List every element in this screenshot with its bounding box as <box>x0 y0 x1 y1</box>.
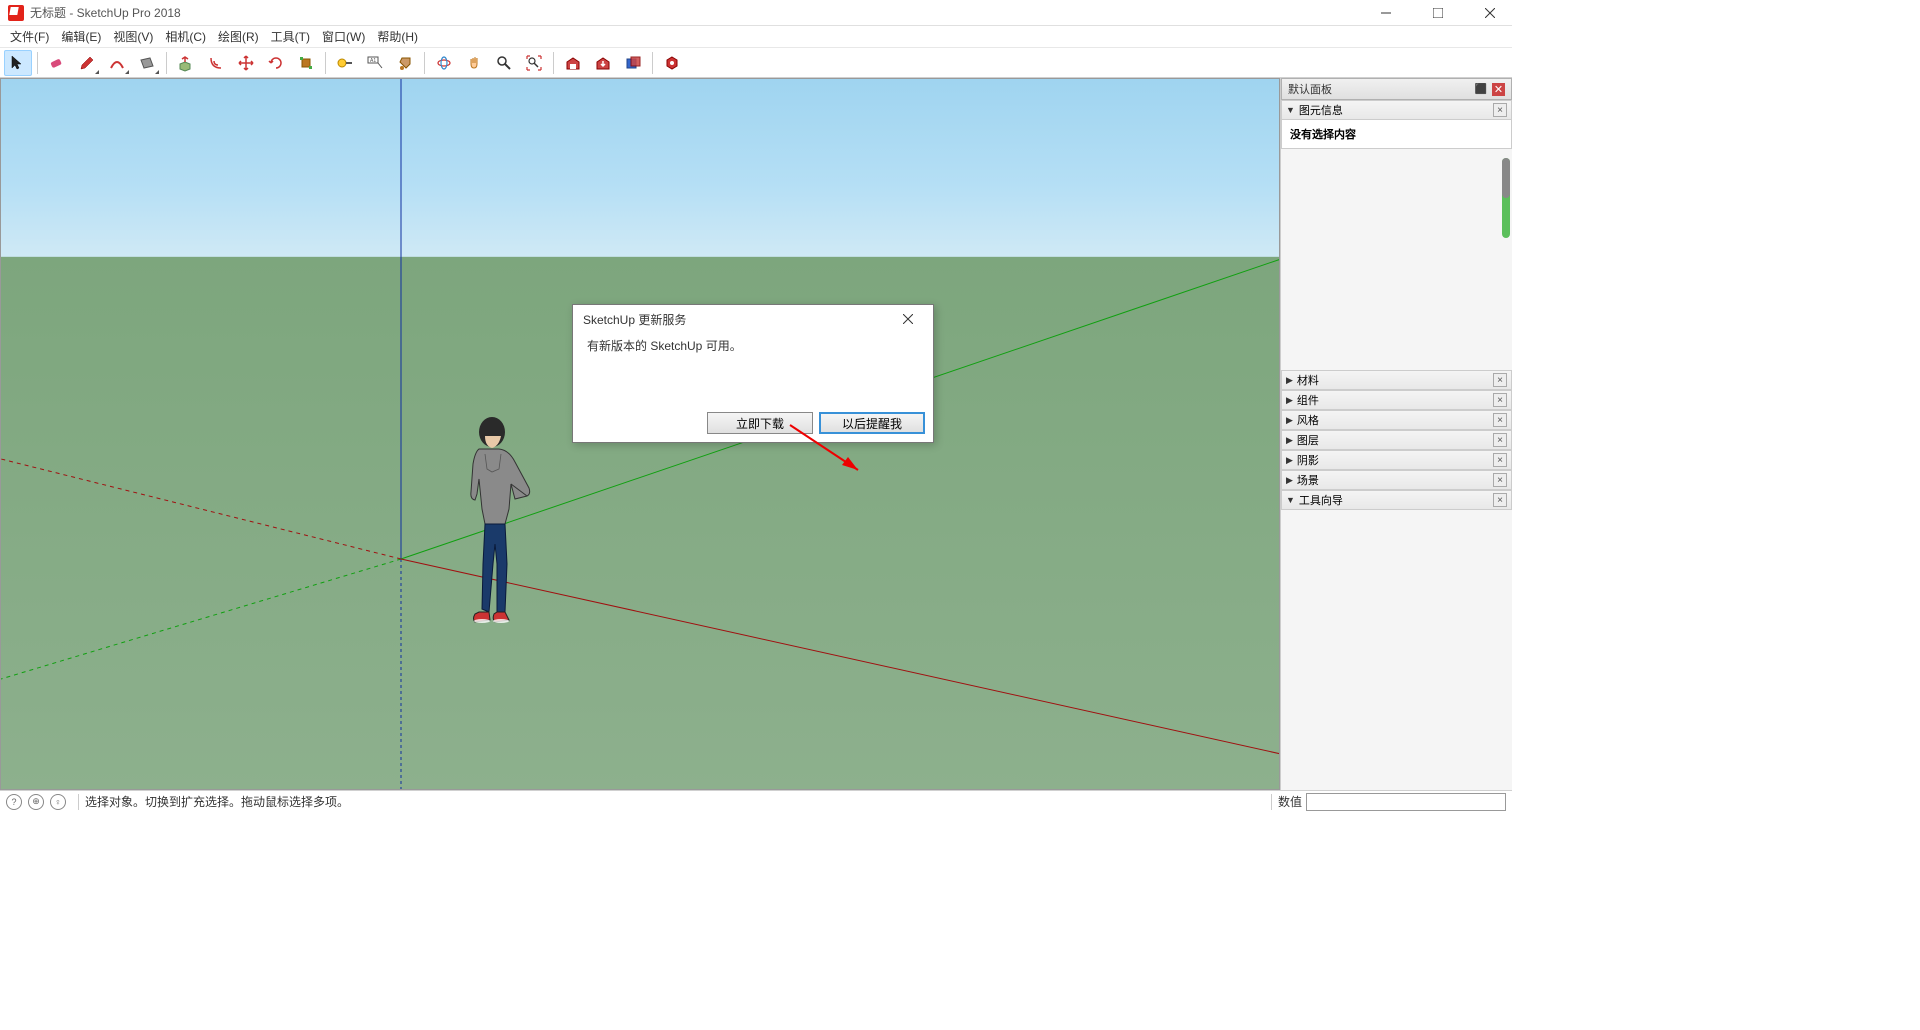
move-tool-icon[interactable] <box>232 50 260 76</box>
geolocation-icon[interactable]: ⊕ <box>28 794 44 810</box>
pin-icon[interactable]: ⬛ <box>1472 84 1490 95</box>
section-materials[interactable]: ▶材料× <box>1281 370 1512 390</box>
getmodels-tool-icon[interactable] <box>589 50 617 76</box>
panel-header[interactable]: 默认面板 ⬛ ✕ <box>1281 78 1512 100</box>
text-tool-icon[interactable]: A1 <box>361 50 389 76</box>
zoom-tool-icon[interactable] <box>490 50 518 76</box>
offset-tool-icon[interactable] <box>202 50 230 76</box>
dialog-body: 有新版本的 SketchUp 可用。 <box>573 333 933 404</box>
remind-later-button[interactable]: 以后提醒我 <box>819 412 925 434</box>
dialog-close-button[interactable] <box>893 307 923 331</box>
update-dialog: SketchUp 更新服务 有新版本的 SketchUp 可用。 立即下载 以后… <box>572 304 934 443</box>
toolbar: A1 <box>0 48 1512 78</box>
credits-icon[interactable]: ♀ <box>50 794 66 810</box>
panel-close-icon[interactable]: ✕ <box>1492 83 1505 96</box>
tape-tool-icon[interactable] <box>331 50 359 76</box>
panel-spacer <box>1281 149 1512 370</box>
toolbar-separator <box>553 52 554 74</box>
entity-info-title: 图元信息 <box>1299 102 1343 118</box>
measurement-input[interactable] <box>1306 793 1506 811</box>
share-tool-icon[interactable] <box>619 50 647 76</box>
section-layers[interactable]: ▶图层× <box>1281 430 1512 450</box>
subpanel-close-icon[interactable]: × <box>1493 413 1507 427</box>
download-button[interactable]: 立即下载 <box>707 412 813 434</box>
entity-info-body: 没有选择内容 <box>1281 120 1512 149</box>
pushpull-tool-icon[interactable] <box>172 50 200 76</box>
dialog-buttons: 立即下载 以后提醒我 <box>573 404 933 442</box>
section-scenes[interactable]: ▶场景× <box>1281 470 1512 490</box>
subpanel-close-icon[interactable]: × <box>1493 373 1507 387</box>
entity-info-header[interactable]: ▼ 图元信息 × <box>1281 100 1512 120</box>
select-tool-icon[interactable] <box>4 50 32 76</box>
menu-view[interactable]: 视图(V) <box>107 26 159 47</box>
rotate-tool-icon[interactable] <box>262 50 290 76</box>
window-title: 无标题 - SketchUp Pro 2018 <box>30 4 1372 21</box>
dialog-message: 有新版本的 SketchUp 可用。 <box>587 339 742 353</box>
scale-tool-icon[interactable] <box>292 50 320 76</box>
dialog-titlebar[interactable]: SketchUp 更新服务 <box>573 305 933 333</box>
section-instructor[interactable]: ▼工具向导× <box>1281 490 1512 510</box>
subpanel-close-icon[interactable]: × <box>1493 493 1507 507</box>
zoom-extents-tool-icon[interactable] <box>520 50 548 76</box>
status-separator <box>78 794 79 810</box>
subpanel-close-icon[interactable]: × <box>1493 433 1507 447</box>
paint-tool-icon[interactable] <box>391 50 419 76</box>
person-figure[interactable] <box>457 414 547 639</box>
pan-tool-icon[interactable] <box>460 50 488 76</box>
svg-text:A1: A1 <box>370 58 376 64</box>
menu-file[interactable]: 文件(F) <box>4 26 55 47</box>
app-icon <box>8 5 24 21</box>
toolbar-separator <box>424 52 425 74</box>
eraser-tool-icon[interactable] <box>43 50 71 76</box>
section-components[interactable]: ▶组件× <box>1281 390 1512 410</box>
menu-window[interactable]: 窗口(W) <box>316 26 371 47</box>
side-panel: 默认面板 ⬛ ✕ ▼ 图元信息 × 没有选择内容 ▶材料× ▶组件× ▶风格× … <box>1280 78 1512 790</box>
toolbar-separator <box>325 52 326 74</box>
status-separator <box>1271 794 1272 810</box>
close-button[interactable] <box>1476 3 1504 23</box>
menu-camera[interactable]: 相机(C) <box>159 26 212 47</box>
section-shadows[interactable]: ▶阴影× <box>1281 450 1512 470</box>
panel-title: 默认面板 <box>1288 81 1332 97</box>
rectangle-tool-icon[interactable] <box>133 50 161 76</box>
maximize-button[interactable] <box>1424 3 1452 23</box>
scroll-indicator[interactable] <box>1502 158 1510 198</box>
dialog-title: SketchUp 更新服务 <box>583 311 686 328</box>
toolbar-separator <box>652 52 653 74</box>
subpanel-close-icon[interactable]: × <box>1493 453 1507 467</box>
entity-info-content: 没有选择内容 <box>1290 129 1356 141</box>
warehouse-tool-icon[interactable] <box>559 50 587 76</box>
section-styles[interactable]: ▶风格× <box>1281 410 1512 430</box>
collapse-triangle-icon: ▼ <box>1286 105 1295 115</box>
status-hint: 选择对象。切换到扩充选择。拖动鼠标选择多项。 <box>85 793 349 810</box>
toolbar-separator <box>166 52 167 74</box>
arc-tool-icon[interactable] <box>103 50 131 76</box>
menubar: 文件(F) 编辑(E) 视图(V) 相机(C) 绘图(R) 工具(T) 窗口(W… <box>0 26 1512 48</box>
titlebar: 无标题 - SketchUp Pro 2018 <box>0 0 1512 26</box>
menu-edit[interactable]: 编辑(E) <box>55 26 107 47</box>
menu-help[interactable]: 帮助(H) <box>371 26 424 47</box>
minimize-button[interactable] <box>1372 3 1400 23</box>
status-right: 数值 <box>1265 793 1506 811</box>
menu-tools[interactable]: 工具(T) <box>265 26 316 47</box>
subpanel-close-icon[interactable]: × <box>1493 103 1507 117</box>
statusbar: ? ⊕ ♀ 选择对象。切换到扩充选择。拖动鼠标选择多项。 数值 <box>0 790 1512 812</box>
menu-draw[interactable]: 绘图(R) <box>212 26 265 47</box>
pencil-tool-icon[interactable] <box>73 50 101 76</box>
orbit-tool-icon[interactable] <box>430 50 458 76</box>
subpanel-close-icon[interactable]: × <box>1493 473 1507 487</box>
panel-spacer <box>1281 510 1512 790</box>
extension-tool-icon[interactable] <box>658 50 686 76</box>
help-icon[interactable]: ? <box>6 794 22 810</box>
window-controls <box>1372 3 1504 23</box>
toolbar-separator <box>37 52 38 74</box>
subpanel-close-icon[interactable]: × <box>1493 393 1507 407</box>
value-label: 数值 <box>1278 793 1302 810</box>
